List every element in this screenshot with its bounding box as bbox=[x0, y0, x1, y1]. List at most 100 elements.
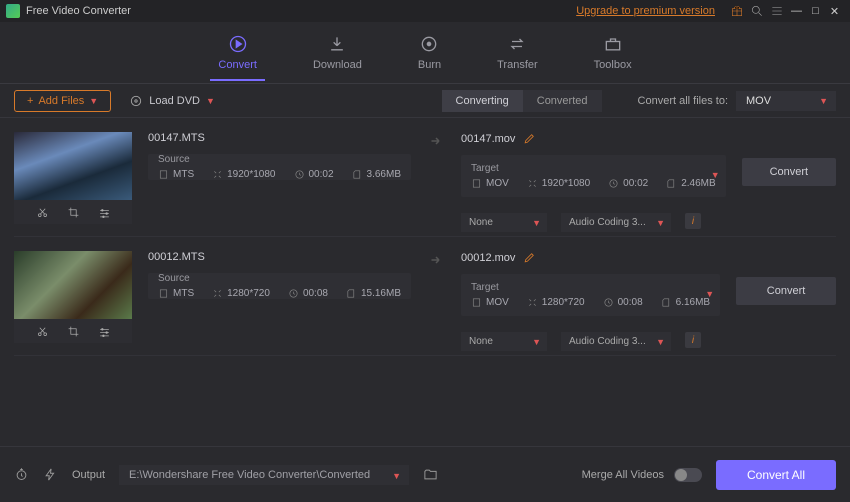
target-filename: 00147.mov bbox=[461, 133, 515, 145]
app-logo-icon bbox=[6, 4, 20, 18]
load-dvd-button[interactable]: Load DVD ▼ bbox=[129, 94, 215, 108]
output-path-select[interactable]: E:\Wondershare Free Video Converter\Conv… bbox=[119, 465, 409, 485]
add-files-button[interactable]: + Add Files ▼ bbox=[14, 90, 111, 112]
app-title: Free Video Converter bbox=[26, 5, 131, 17]
output-format-value: MOV bbox=[746, 95, 771, 107]
tgt-duration: 00:08 bbox=[618, 297, 643, 308]
menu-icon[interactable] bbox=[770, 4, 784, 18]
maximize-button[interactable]: □ bbox=[809, 5, 822, 18]
arrow-icon bbox=[427, 251, 445, 272]
convert-all-label: Convert all files to: bbox=[638, 95, 728, 107]
audio-value: Audio Coding 3... bbox=[569, 336, 646, 347]
audio-select[interactable]: Audio Coding 3...▼ bbox=[561, 213, 671, 232]
trim-icon[interactable] bbox=[36, 325, 49, 338]
settings-icon[interactable] bbox=[98, 325, 111, 338]
chevron-down-icon: ▼ bbox=[206, 96, 215, 106]
audio-select[interactable]: Audio Coding 3... ▼ bbox=[561, 332, 671, 351]
tgt-duration: 00:02 bbox=[623, 178, 648, 189]
seg-converted[interactable]: Converted bbox=[523, 90, 602, 112]
src-format: MTS bbox=[173, 288, 194, 299]
footer: Output E:\Wondershare Free Video Convert… bbox=[0, 446, 850, 502]
tab-toolbox[interactable]: Toolbox bbox=[594, 34, 632, 71]
subtitle-select[interactable]: None▼ bbox=[461, 332, 547, 351]
burn-icon bbox=[419, 34, 439, 54]
upgrade-premium-link[interactable]: Upgrade to premium version bbox=[576, 5, 715, 17]
file-list: 00147.MTS Source MTS 1920*1080 00:02 3.6… bbox=[0, 118, 850, 446]
chevron-down-icon[interactable]: ▼ bbox=[705, 289, 714, 299]
tab-download-label: Download bbox=[313, 59, 362, 71]
duration-icon bbox=[288, 288, 299, 299]
add-files-label: Add Files bbox=[38, 95, 84, 107]
titlebar: Free Video Converter Upgrade to premium … bbox=[0, 0, 850, 22]
size-icon bbox=[661, 297, 672, 308]
target-label: Target bbox=[471, 282, 710, 293]
target-label: Target bbox=[471, 163, 716, 174]
trim-icon[interactable] bbox=[36, 206, 49, 219]
gift-icon[interactable] bbox=[730, 4, 744, 18]
tgt-format: MOV bbox=[486, 297, 509, 308]
close-button[interactable]: ✕ bbox=[828, 5, 841, 18]
seg-converting[interactable]: Converting bbox=[442, 90, 523, 112]
format-icon bbox=[158, 288, 169, 299]
file-item: 00012.MTS Source MTS 1280*720 00:08 15.1… bbox=[14, 237, 836, 356]
resolution-icon bbox=[212, 288, 223, 299]
format-icon bbox=[471, 297, 482, 308]
edit-icon[interactable] bbox=[523, 251, 536, 264]
settings-icon[interactable] bbox=[98, 206, 111, 219]
tgt-resolution: 1920*1080 bbox=[542, 178, 590, 189]
resolution-icon bbox=[527, 178, 538, 189]
arrow-icon bbox=[427, 132, 445, 153]
convert-icon bbox=[228, 34, 248, 54]
disc-icon bbox=[129, 94, 143, 108]
video-thumbnail[interactable] bbox=[14, 132, 132, 200]
duration-icon bbox=[294, 169, 305, 180]
gpu-accel-icon[interactable] bbox=[43, 467, 58, 482]
search-icon[interactable] bbox=[750, 4, 764, 18]
source-label: Source bbox=[158, 273, 401, 284]
secondary-toolbar: + Add Files ▼ Load DVD ▼ Converting Conv… bbox=[0, 84, 850, 118]
tab-burn[interactable]: Burn bbox=[418, 34, 441, 71]
target-panel[interactable]: Target MOV 1920*1080 00:02 2.46MB bbox=[461, 155, 726, 197]
chevron-down-icon: ▼ bbox=[656, 337, 665, 347]
tab-convert[interactable]: Convert bbox=[218, 34, 257, 71]
source-filename: 00147.MTS bbox=[148, 132, 411, 144]
minimize-button[interactable]: — bbox=[790, 5, 803, 18]
crop-icon[interactable] bbox=[67, 325, 80, 338]
chevron-down-icon[interactable]: ▼ bbox=[711, 170, 720, 180]
merge-label: Merge All Videos bbox=[582, 469, 664, 481]
schedule-icon[interactable] bbox=[14, 467, 29, 482]
output-label: Output bbox=[72, 469, 105, 481]
source-label: Source bbox=[158, 154, 401, 165]
video-thumbnail[interactable] bbox=[14, 251, 132, 319]
status-segment: Converting Converted bbox=[442, 90, 602, 112]
crop-icon[interactable] bbox=[67, 206, 80, 219]
tab-download[interactable]: Download bbox=[313, 34, 362, 71]
tgt-format: MOV bbox=[486, 178, 509, 189]
open-folder-icon[interactable] bbox=[423, 467, 438, 482]
source-filename: 00012.MTS bbox=[148, 251, 411, 263]
merge-toggle[interactable] bbox=[674, 468, 702, 482]
src-duration: 00:08 bbox=[303, 288, 328, 299]
subtitle-select[interactable]: None▼ bbox=[461, 213, 547, 232]
edit-tools bbox=[14, 200, 132, 224]
tab-transfer[interactable]: Transfer bbox=[497, 34, 538, 71]
convert-all-button[interactable]: Convert All bbox=[716, 460, 836, 490]
subtitle-value: None bbox=[469, 217, 493, 228]
convert-button[interactable]: Convert bbox=[742, 158, 836, 186]
duration-icon bbox=[603, 297, 614, 308]
info-icon[interactable]: i bbox=[685, 332, 701, 348]
edit-icon[interactable] bbox=[523, 132, 536, 145]
convert-button[interactable]: Convert bbox=[736, 277, 836, 305]
resolution-icon bbox=[212, 169, 223, 180]
size-icon bbox=[352, 169, 363, 180]
src-size: 3.66MB bbox=[367, 169, 401, 180]
toolbox-icon bbox=[603, 34, 623, 54]
merge-videos-control: Merge All Videos bbox=[582, 468, 702, 482]
output-format-select[interactable]: MOV ▼ bbox=[736, 91, 836, 111]
target-panel[interactable]: Target MOV 1280*720 00:08 6.16MB bbox=[461, 274, 720, 316]
src-size: 15.16MB bbox=[361, 288, 401, 299]
info-icon[interactable]: i bbox=[685, 213, 701, 229]
audio-value: Audio Coding 3... bbox=[569, 217, 646, 228]
tab-burn-label: Burn bbox=[418, 59, 441, 71]
source-panel: Source MTS 1280*720 00:08 15.16MB bbox=[148, 273, 411, 299]
